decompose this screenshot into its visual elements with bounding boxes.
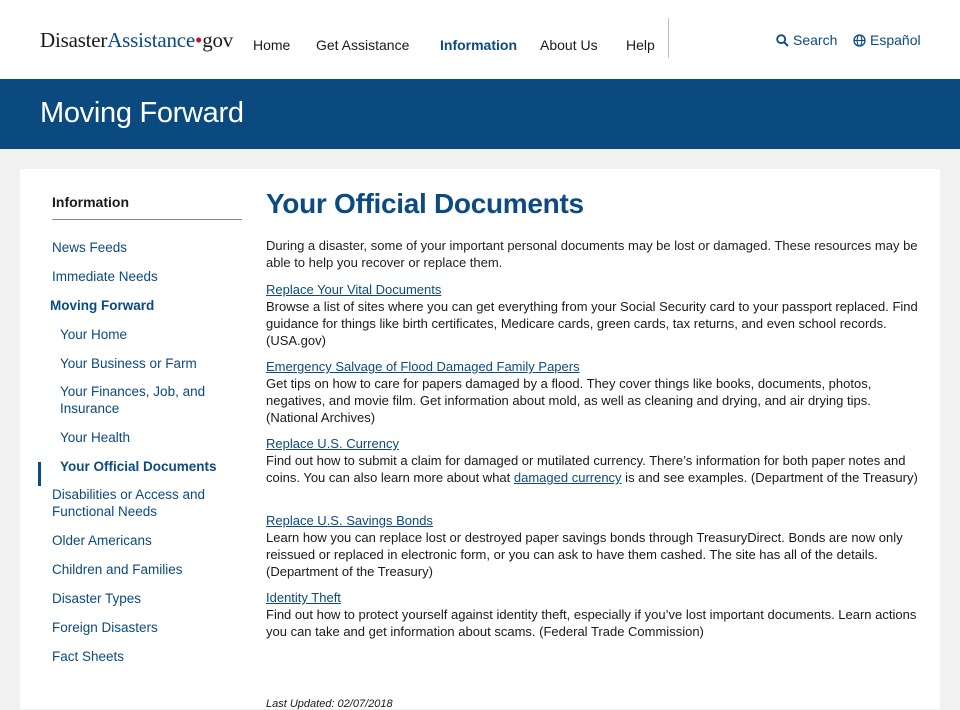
main-content: Your Official Documents During a disaste… [266, 188, 922, 710]
search-icon [776, 34, 789, 47]
sidebar-item-disaster-types[interactable]: Disaster Types [52, 590, 232, 607]
resource-item: Emergency Salvage of Flood Damaged Famil… [266, 358, 922, 426]
resource-link-flood-papers[interactable]: Emergency Salvage of Flood Damaged Famil… [266, 358, 922, 375]
resource-description-part: is and see examples. (Department of the … [621, 470, 918, 485]
sidebar-active-indicator [38, 462, 41, 486]
resource-link-savings-bonds[interactable]: Replace U.S. Savings Bonds [266, 512, 922, 529]
logo-text-main: Disaster [40, 28, 108, 52]
sidebar-item-your-business-or-farm[interactable]: Your Business or Farm [60, 355, 240, 372]
nav-about-us[interactable]: About Us [540, 37, 598, 53]
site-logo[interactable]: DisasterAssistance•gov [40, 28, 233, 53]
page-banner: Moving Forward [0, 79, 960, 149]
sidebar-item-moving-forward[interactable]: Moving Forward [50, 297, 230, 314]
resource-description: Find out how to protect yourself against… [266, 607, 917, 639]
sidebar-item-your-official-documents[interactable]: Your Official Documents [60, 458, 240, 475]
nav-information[interactable]: Information [440, 37, 517, 53]
resource-item: Identity Theft Find out how to protect y… [266, 589, 922, 640]
intro-text: During a disaster, some of your importan… [266, 238, 918, 270]
resource-description: Find out how to submit a claim for damag… [266, 452, 922, 486]
sidebar-item-foreign-disasters[interactable]: Foreign Disasters [52, 619, 232, 636]
nav-home[interactable]: Home [253, 37, 290, 53]
last-updated: Last Updated: 02/07/2018 [266, 698, 393, 710]
resource-link-us-currency[interactable]: Replace U.S. Currency [266, 435, 922, 452]
resource-link-vital-documents[interactable]: Replace Your Vital Documents [266, 281, 922, 298]
resource-description: Get tips on how to care for papers damag… [266, 376, 872, 425]
resource-description: Learn how you can replace lost or destro… [266, 530, 903, 579]
banner-title: Moving Forward [40, 97, 244, 129]
search-link[interactable]: Search [776, 32, 837, 48]
page-title: Your Official Documents [266, 188, 584, 219]
sidebar-item-disabilities[interactable]: Disabilities or Access and Functional Ne… [52, 486, 222, 520]
logo-text-accent: Assistance [107, 28, 196, 52]
content-panel: Information News Feeds Immediate Needs M… [20, 169, 940, 710]
espanol-link[interactable]: Español [853, 32, 921, 48]
sidebar-item-older-americans[interactable]: Older Americans [52, 532, 232, 549]
nav-divider [668, 18, 669, 58]
nav-get-assistance[interactable]: Get Assistance [316, 37, 409, 53]
site-header: DisasterAssistance•gov Home Get Assistan… [0, 0, 960, 79]
sidebar-item-your-home[interactable]: Your Home [60, 326, 240, 343]
resource-link-identity-theft[interactable]: Identity Theft [266, 589, 922, 606]
resource-item: Replace U.S. Currency Find out how to su… [266, 435, 922, 486]
globe-icon [853, 34, 866, 47]
resource-item: Replace Your Vital Documents Browse a li… [266, 281, 922, 349]
sidebar-heading: Information [52, 194, 242, 220]
sidebar-item-fact-sheets[interactable]: Fact Sheets [52, 648, 232, 665]
sidebar-item-children-and-families[interactable]: Children and Families [52, 561, 232, 578]
resource-description: Browse a list of sites where you can get… [266, 299, 918, 348]
logo-tld: gov [202, 28, 234, 52]
espanol-label: Español [870, 32, 921, 48]
sidebar-item-news-feeds[interactable]: News Feeds [52, 239, 232, 256]
sidebar-item-immediate-needs[interactable]: Immediate Needs [52, 268, 232, 285]
nav-help[interactable]: Help [626, 37, 655, 53]
sidebar-item-your-health[interactable]: Your Health [60, 429, 240, 446]
search-label: Search [793, 32, 838, 48]
resource-item: Replace U.S. Savings Bonds Learn how you… [266, 512, 922, 580]
damaged-currency-link[interactable]: damaged currency [514, 470, 622, 485]
sidebar-item-your-finances[interactable]: Your Finances, Job, and Insurance [60, 383, 220, 417]
sidebar: Information [52, 194, 242, 220]
